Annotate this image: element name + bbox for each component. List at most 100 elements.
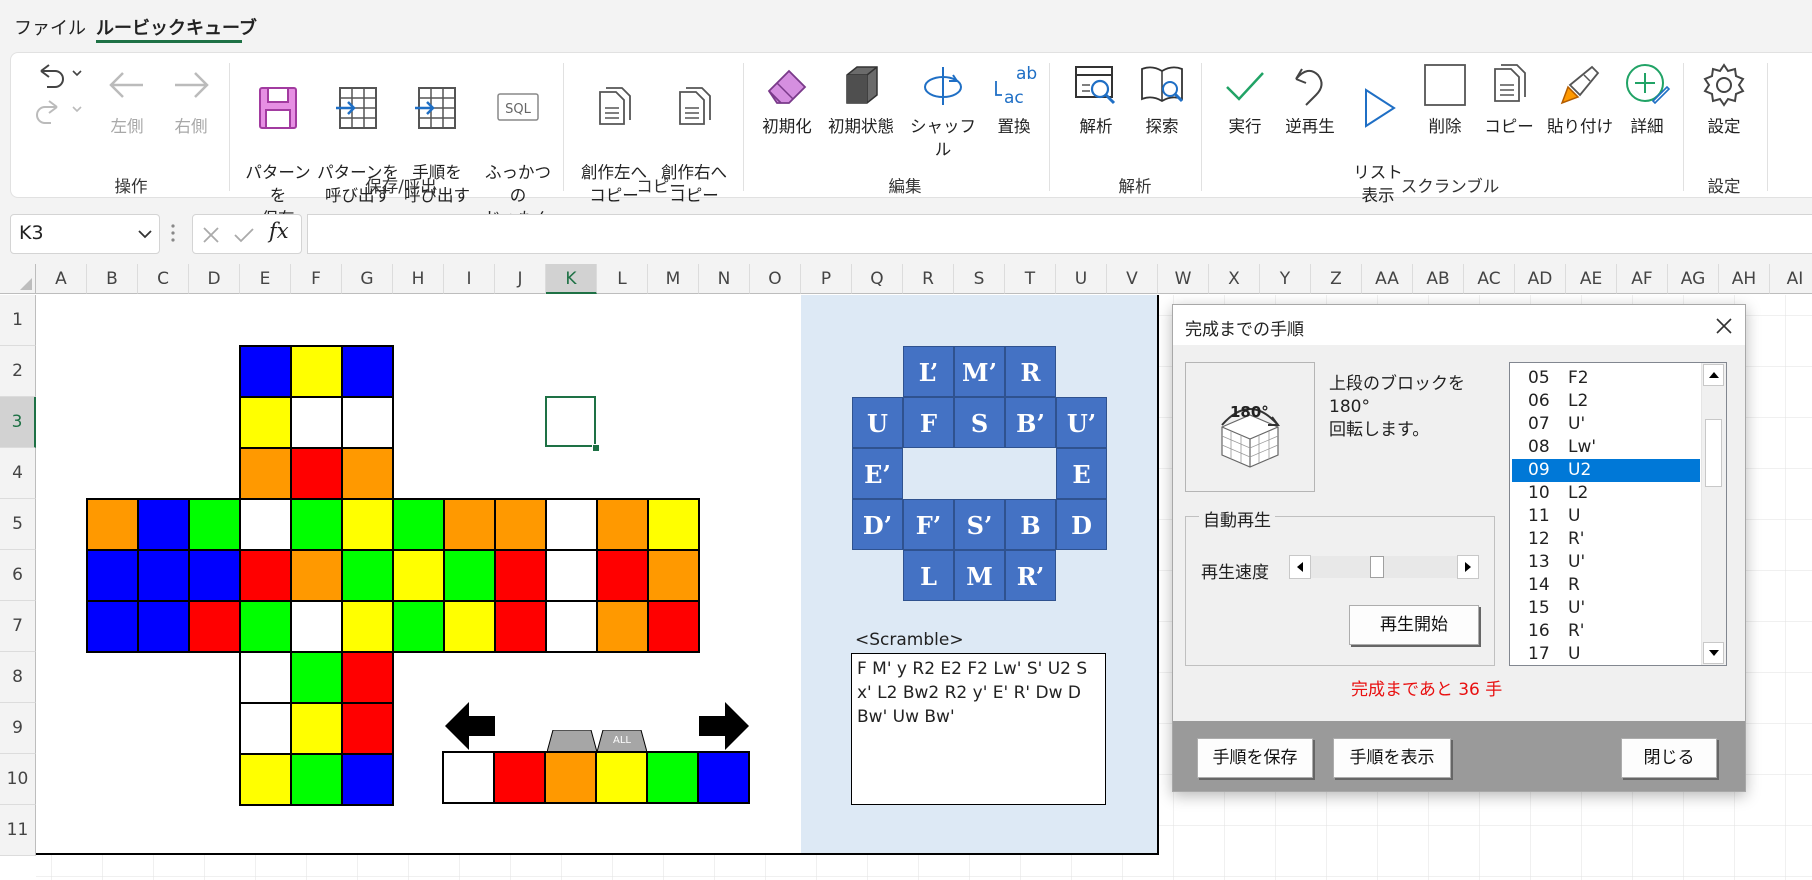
sticker[interactable] bbox=[393, 499, 444, 550]
column-header-t[interactable]: T bbox=[1005, 264, 1056, 294]
move-button[interactable]: U bbox=[852, 397, 903, 448]
palette-color[interactable] bbox=[596, 752, 647, 803]
sticker[interactable] bbox=[342, 754, 393, 805]
speed-slider[interactable] bbox=[1289, 555, 1479, 579]
column-header-w[interactable]: W bbox=[1158, 264, 1209, 294]
column-header-y[interactable]: Y bbox=[1260, 264, 1311, 294]
row-header-9[interactable]: 9 bbox=[0, 703, 36, 754]
row-header-4[interactable]: 4 bbox=[0, 448, 36, 499]
sticker[interactable] bbox=[546, 550, 597, 601]
confirm-icon[interactable] bbox=[233, 225, 255, 245]
sticker[interactable] bbox=[342, 601, 393, 652]
step-item[interactable]: 09 U2 bbox=[1512, 459, 1700, 482]
step-item[interactable]: 06 L2 bbox=[1512, 390, 1700, 413]
row-header-10[interactable]: 10 bbox=[0, 754, 36, 805]
delete-button[interactable]: 削除 bbox=[1415, 61, 1475, 138]
sticker[interactable] bbox=[240, 754, 291, 805]
column-header-af[interactable]: AF bbox=[1617, 264, 1668, 294]
sticker[interactable] bbox=[393, 550, 444, 601]
step-item[interactable]: 08 Lw' bbox=[1512, 436, 1700, 459]
save-steps-button[interactable]: 手順を保存 bbox=[1197, 738, 1313, 778]
replace-button[interactable]: ab ac 置換 bbox=[983, 61, 1045, 138]
sticker[interactable] bbox=[189, 499, 240, 550]
left-button[interactable]: 左側 bbox=[97, 61, 157, 138]
shuffle-button[interactable]: シャッフル bbox=[903, 61, 983, 161]
row-header-3[interactable]: 3 bbox=[0, 397, 36, 448]
settings-button[interactable]: 設定 bbox=[1693, 61, 1755, 138]
close-button[interactable]: 閉じる bbox=[1621, 738, 1717, 778]
sticker[interactable] bbox=[291, 499, 342, 550]
move-button[interactable]: R’ bbox=[1005, 550, 1056, 601]
column-header-n[interactable]: N bbox=[699, 264, 750, 294]
sticker[interactable] bbox=[240, 397, 291, 448]
steps-listbox[interactable]: 05 F2 06 L2 07 U' 08 Lw' 09 U2 10 L2 11 U 12 R' 13 U' 14 R 1… bbox=[1509, 362, 1727, 666]
formula-input[interactable] bbox=[307, 214, 1812, 254]
column-header-u[interactable]: U bbox=[1056, 264, 1107, 294]
palette-all-tab[interactable]: ALL bbox=[596, 729, 648, 753]
slider-thumb[interactable] bbox=[1370, 556, 1385, 578]
move-button[interactable]: F’ bbox=[903, 499, 954, 550]
palette-color[interactable] bbox=[698, 752, 749, 803]
step-item[interactable]: 17 U bbox=[1512, 643, 1700, 665]
step-item[interactable]: 14 R bbox=[1512, 574, 1700, 597]
sticker[interactable] bbox=[291, 448, 342, 499]
execute-button[interactable]: 実行 bbox=[1215, 61, 1275, 138]
slider-right-button[interactable] bbox=[1457, 555, 1479, 579]
sticker[interactable] bbox=[189, 601, 240, 652]
move-button[interactable]: R bbox=[1005, 346, 1056, 397]
move-button[interactable]: S’ bbox=[954, 499, 1005, 550]
scroll-up-button[interactable] bbox=[1703, 364, 1724, 386]
column-header-x[interactable]: X bbox=[1209, 264, 1260, 294]
sticker[interactable] bbox=[291, 601, 342, 652]
arrow-right-button[interactable] bbox=[697, 700, 751, 752]
cancel-icon[interactable] bbox=[201, 225, 221, 245]
sticker[interactable] bbox=[291, 550, 342, 601]
palette-color[interactable] bbox=[647, 752, 698, 803]
scroll-thumb[interactable] bbox=[1705, 419, 1722, 487]
row-header-6[interactable]: 6 bbox=[0, 550, 36, 601]
move-button[interactable]: M’ bbox=[954, 346, 1005, 397]
column-header-ae[interactable]: AE bbox=[1566, 264, 1617, 294]
scrollbar[interactable] bbox=[1701, 363, 1726, 665]
tab-file[interactable]: ファイル bbox=[14, 14, 86, 40]
step-item[interactable]: 16 R' bbox=[1512, 620, 1700, 643]
column-header-a[interactable]: A bbox=[36, 264, 87, 294]
step-item[interactable]: 05 F2 bbox=[1512, 367, 1700, 390]
select-all-corner[interactable] bbox=[0, 264, 36, 294]
sticker[interactable] bbox=[87, 601, 138, 652]
sticker[interactable] bbox=[546, 499, 597, 550]
move-button[interactable]: E bbox=[1056, 448, 1107, 499]
row-header-11[interactable]: 11 bbox=[0, 805, 36, 856]
sticker[interactable] bbox=[495, 601, 546, 652]
step-item[interactable]: 11 U bbox=[1512, 505, 1700, 528]
palette-color[interactable] bbox=[545, 752, 596, 803]
sticker[interactable] bbox=[240, 346, 291, 397]
column-header-p[interactable]: P bbox=[801, 264, 852, 294]
column-header-b[interactable]: B bbox=[87, 264, 138, 294]
save-pattern-button[interactable]: パターンを 保存 bbox=[239, 61, 317, 230]
sticker[interactable] bbox=[393, 601, 444, 652]
sticker[interactable] bbox=[342, 703, 393, 754]
sticker[interactable] bbox=[597, 499, 648, 550]
move-button[interactable]: M bbox=[954, 550, 1005, 601]
sticker[interactable] bbox=[597, 550, 648, 601]
show-steps-button[interactable]: 手順を表示 bbox=[1333, 738, 1451, 778]
column-header-r[interactable]: R bbox=[903, 264, 954, 294]
column-header-ab[interactable]: AB bbox=[1413, 264, 1464, 294]
move-button[interactable]: U’ bbox=[1056, 397, 1107, 448]
step-item[interactable]: 15 U' bbox=[1512, 597, 1700, 620]
sticker[interactable] bbox=[138, 499, 189, 550]
initialize-button[interactable]: 初期化 bbox=[755, 61, 819, 138]
move-button[interactable]: B bbox=[1005, 499, 1056, 550]
chevron-down-icon[interactable] bbox=[137, 227, 153, 241]
palette-color[interactable] bbox=[494, 752, 545, 803]
sticker[interactable] bbox=[291, 652, 342, 703]
row-header-8[interactable]: 8 bbox=[0, 652, 36, 703]
sticker[interactable] bbox=[342, 346, 393, 397]
column-header-j[interactable]: J bbox=[495, 264, 546, 294]
column-header-v[interactable]: V bbox=[1107, 264, 1158, 294]
column-header-f[interactable]: F bbox=[291, 264, 342, 294]
initial-state-button[interactable]: 初期状態 bbox=[821, 61, 901, 138]
start-playback-button[interactable]: 再生開始 bbox=[1349, 605, 1479, 645]
sticker[interactable] bbox=[291, 754, 342, 805]
